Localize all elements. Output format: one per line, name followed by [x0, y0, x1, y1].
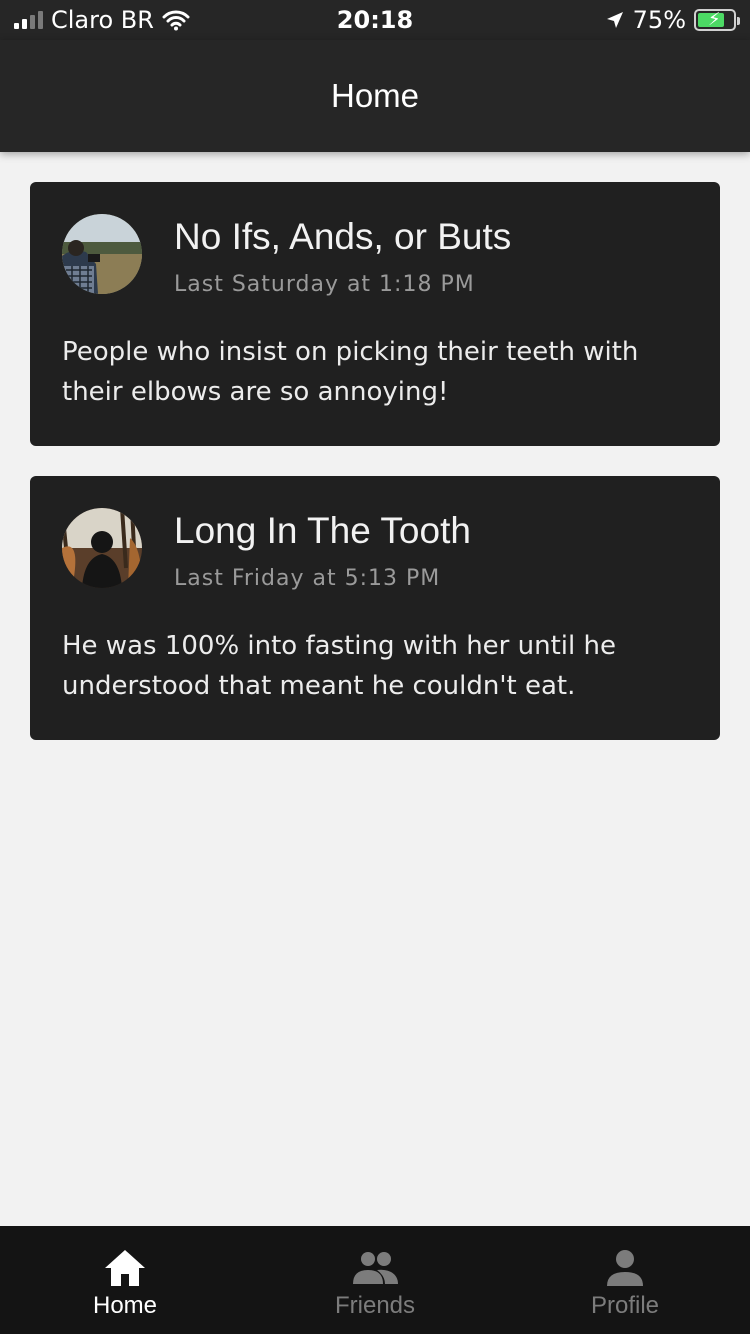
post-timestamp: Last Saturday at 1:18 PM	[174, 272, 475, 297]
status-bar: Claro BR 20:18 75% ⚡	[0, 0, 750, 40]
page-title: Home	[330, 77, 420, 114]
tab-profile-label: Profile	[590, 1292, 660, 1319]
status-right: 75% ⚡	[605, 6, 740, 34]
post-card[interactable]: Long In The Tooth Last Friday at 5:13 PM…	[30, 476, 720, 740]
post-title: No Ifs, Ands, or Buts	[174, 216, 512, 257]
charging-bolt-icon: ⚡	[708, 9, 721, 30]
battery-icon: ⚡	[694, 9, 740, 31]
tab-friends-label: Friends	[334, 1292, 416, 1319]
post-body: He was 100% into fasting with her until …	[62, 631, 616, 701]
avatar-icon[interactable]	[62, 508, 142, 588]
home-icon	[105, 1250, 145, 1286]
profile-icon	[607, 1250, 643, 1286]
tab-bar: Home Friends Profile	[0, 1226, 750, 1334]
location-arrow-icon	[606, 12, 623, 28]
post-title: Long In The Tooth	[174, 510, 471, 551]
tab-home-label: Home	[92, 1292, 158, 1319]
post-timestamp: Last Friday at 5:13 PM	[174, 566, 441, 591]
battery-percent: 75%	[632, 6, 686, 34]
post-card[interactable]: No Ifs, Ands, or Buts Last Saturday at 1…	[30, 182, 720, 446]
tab-friends[interactable]: Friends	[250, 1226, 500, 1334]
nav-header: Home	[0, 40, 750, 152]
friends-icon	[353, 1252, 398, 1284]
post-feed: No Ifs, Ands, or Buts Last Saturday at 1…	[30, 182, 720, 770]
tab-profile[interactable]: Profile	[500, 1226, 750, 1334]
post-body: People who insist on picking their teeth…	[62, 337, 639, 407]
avatar-icon[interactable]	[62, 214, 142, 294]
tab-home[interactable]: Home	[0, 1226, 250, 1334]
